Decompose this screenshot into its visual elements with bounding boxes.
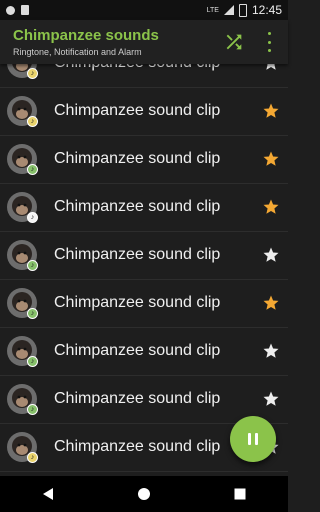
sound-title: Chimpanzee sound clip (54, 342, 221, 359)
list-item[interactable]: ♪ Chimpanzee sound clip (0, 64, 288, 88)
sound-title: Chimpanzee sound clip (54, 150, 221, 167)
music-note-icon: ♪ (27, 260, 38, 271)
sound-title: Chimpanzee sound clip (54, 438, 221, 455)
chimpanzee-avatar: ♪ (7, 432, 38, 463)
chimpanzee-avatar: ♪ (7, 384, 38, 415)
sound-title: Chimpanzee sound clip (54, 198, 221, 215)
shuffle-icon[interactable] (223, 31, 245, 53)
chimpanzee-avatar: ♪ (7, 144, 38, 175)
music-note-icon: ♪ (27, 308, 38, 319)
sound-title: Chimpanzee sound clip (54, 102, 221, 119)
star-icon[interactable] (262, 64, 280, 72)
recents-icon[interactable] (233, 487, 247, 501)
chimpanzee-avatar: ♪ (7, 336, 38, 367)
pause-button[interactable] (230, 416, 276, 462)
app-bar: Chimpanzee sounds Ringtone, Notification… (0, 20, 288, 64)
chimpanzee-avatar: ♪ (7, 96, 38, 127)
star-icon[interactable] (262, 342, 280, 360)
battery-icon (238, 3, 247, 17)
sound-title: Chimpanzee sound clip (54, 246, 221, 263)
more-vert-icon[interactable] (262, 32, 276, 52)
star-filled-icon[interactable] (262, 102, 280, 120)
list-item[interactable]: ♪ Chimpanzee sound clip (0, 184, 288, 232)
app-title: Chimpanzee sounds (13, 27, 159, 44)
star-filled-icon[interactable] (262, 294, 280, 312)
music-note-icon: ♪ (27, 116, 38, 127)
sound-title: Chimpanzee sound clip (54, 64, 220, 72)
sound-title: Chimpanzee sound clip (54, 390, 221, 407)
chimpanzee-avatar: ♪ (7, 288, 38, 319)
list-item[interactable]: ♪ Chimpanzee sound clip (0, 88, 288, 136)
music-note-icon: ♪ (27, 212, 38, 223)
list-item[interactable]: ♪ Chimpanzee sound clip (0, 280, 288, 328)
music-note-icon: ♪ (27, 164, 38, 175)
notification-dot-icon (6, 5, 15, 15)
home-icon[interactable] (137, 487, 151, 501)
pause-icon-bar (255, 433, 258, 445)
sound-list: ♪ Chimpanzee sound clip ♪ Chimpanzee sound … (0, 64, 288, 476)
app-subtitle: Ringtone, Notification and Alarm (13, 47, 142, 57)
lte-label: LTE (206, 6, 219, 14)
music-note-icon: ♪ (27, 356, 38, 367)
music-note-icon: ♪ (27, 68, 38, 79)
status-bar: LTE 12:45 (0, 0, 288, 20)
music-note-icon: ♪ (27, 404, 38, 415)
clock: 12:45 (251, 3, 282, 17)
music-note-icon: ♪ (27, 452, 38, 463)
back-icon[interactable] (41, 487, 55, 501)
chimpanzee-avatar: ♪ (7, 64, 38, 79)
star-icon[interactable] (262, 246, 280, 264)
chimpanzee-avatar: ♪ (7, 192, 38, 223)
star-icon[interactable] (262, 390, 280, 408)
chimpanzee-avatar: ♪ (7, 240, 38, 271)
navigation-bar (0, 476, 288, 512)
star-filled-icon[interactable] (262, 198, 280, 216)
list-item[interactable]: ♪ Chimpanzee sound clip (0, 232, 288, 280)
pause-icon-bar (248, 433, 251, 445)
sd-card-icon (21, 5, 29, 15)
list-item[interactable]: ♪ Chimpanzee sound clip (0, 136, 288, 184)
star-filled-icon[interactable] (262, 150, 280, 168)
list-item[interactable]: ♪ Chimpanzee sound clip (0, 328, 288, 376)
sound-title: Chimpanzee sound clip (54, 294, 221, 311)
signal-icon (223, 5, 234, 15)
